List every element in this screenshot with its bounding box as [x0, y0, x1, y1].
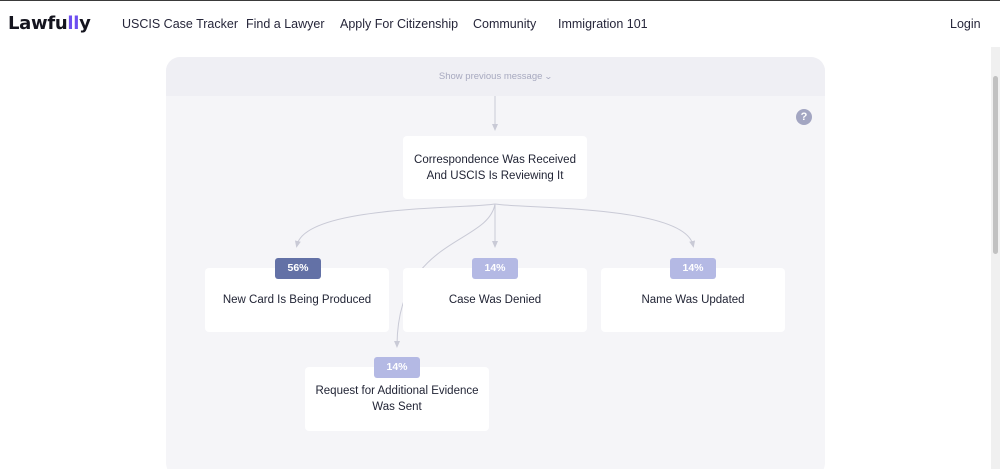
outcome-label: New Card Is Being Produced — [222, 294, 372, 306]
nav-link-find-a-lawyer[interactable]: Find a Lawyer — [246, 17, 325, 31]
arrow-to-name-updated — [494, 203, 696, 248]
lawfully-logo[interactable]: Lawfully — [8, 13, 91, 34]
root-status-card: Correspondence Was Received And USCIS Is… — [403, 136, 587, 199]
nav-link-community[interactable]: Community — [473, 17, 536, 31]
outcome-percent-badge: 14% — [472, 258, 518, 279]
outcome-label: Case Was Denied — [448, 294, 542, 306]
login-link[interactable]: Login — [950, 17, 981, 31]
outcome-percent-badge: 56% — [275, 258, 321, 279]
scrollbar-thumb[interactable] — [993, 76, 998, 254]
arrow-to-new-card — [294, 203, 496, 248]
outcome-percent-badge: 14% — [374, 357, 420, 378]
page-scrollbar[interactable] — [991, 47, 1000, 469]
outcome-label: Name Was Updated — [641, 294, 745, 306]
top-navbar: Lawfully USCIS Case Tracker Find a Lawye… — [0, 1, 1000, 46]
root-status-label: Correspondence Was Received And USCIS Is… — [414, 153, 576, 182]
nav-link-immigration-101[interactable]: Immigration 101 — [558, 17, 648, 31]
case-status-flow-panel: Show previous message ⌄ ? Correspondence … — [166, 57, 825, 469]
outcome-percent-badge: 14% — [670, 258, 716, 279]
outcome-label: Request for Additional Evidence Was Sent — [315, 385, 479, 413]
nav-link-uscis-case-tracker[interactable]: USCIS Case Tracker — [122, 17, 238, 31]
nav-link-apply-for-citizenship[interactable]: Apply For Citizenship — [340, 17, 458, 31]
